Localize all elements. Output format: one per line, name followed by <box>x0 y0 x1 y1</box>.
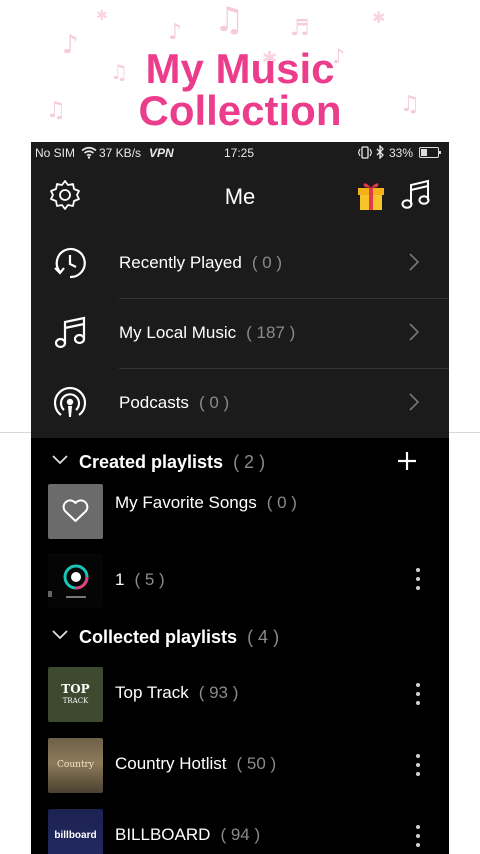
section-count: ( 4 ) <box>247 627 280 647</box>
promo-title-line1: My Music <box>145 45 335 92</box>
vpn-label: VPN <box>149 146 174 160</box>
vibrate-icon <box>358 146 372 159</box>
cover-text: Country <box>57 760 94 770</box>
item-count: ( 187 ) <box>246 323 296 342</box>
playlist-cover: billboard <box>48 809 103 854</box>
cover-subtext: TRACK <box>62 697 89 705</box>
chevron-down-icon <box>52 455 68 465</box>
section-count: ( 2 ) <box>233 452 266 472</box>
menu-item-recently-played[interactable]: Recently Played( 0 ) <box>31 228 449 298</box>
wifi-icon <box>81 146 97 159</box>
divider <box>0 432 31 433</box>
section-title: Collected playlists( 4 ) <box>79 627 280 647</box>
promo-title-line2: Collection <box>138 87 342 134</box>
clock-history-icon <box>54 247 86 279</box>
item-count: ( 0 ) <box>251 253 283 272</box>
phone-screen: No SIM 37 KB/s VPN 17:25 33% Me Recently… <box>31 142 449 854</box>
promo-banner: ♪ ♫ ♫ ♪ ♬ ♪ ♫ ♫ ✱ ✱ ✱ My Music Collectio… <box>0 0 480 142</box>
menu-item-local-music[interactable]: My Local Music( 187 ) <box>31 298 449 368</box>
chevron-right-icon <box>409 393 419 411</box>
playlist-label: Country Hotlist( 50 ) <box>115 754 277 773</box>
chevron-right-icon <box>409 253 419 271</box>
playlist-item-1[interactable]: 1( 5 ) <box>31 540 449 610</box>
menu-item-podcasts[interactable]: Podcasts( 0 ) <box>31 368 449 438</box>
music-note-icon[interactable] <box>399 178 433 212</box>
battery-icon <box>419 147 441 158</box>
heart-icon <box>62 499 89 522</box>
cover-text: TOP <box>61 682 90 696</box>
album-art <box>48 553 103 608</box>
playlist-count: ( 93 ) <box>198 683 239 702</box>
more-options-icon[interactable] <box>415 683 421 709</box>
playlist-item-favorite-songs[interactable]: My Favorite Songs( 0 ) <box>31 471 449 541</box>
menu-item-label: My Local Music( 187 ) <box>119 323 296 342</box>
playlist-label: 1( 5 ) <box>115 570 165 589</box>
playlist-item-top-track[interactable]: TOP TRACK Top Track( 93 ) <box>31 654 449 724</box>
playlist-count: ( 5 ) <box>134 570 165 589</box>
more-options-icon[interactable] <box>415 754 421 780</box>
section-title: Created playlists( 2 ) <box>79 452 266 472</box>
bluetooth-icon <box>376 145 384 159</box>
playlist-item-billboard[interactable]: billboard BILLBOARD( 94 ) <box>31 796 449 854</box>
divider <box>449 432 480 433</box>
more-options-icon[interactable] <box>415 568 421 594</box>
playlist-cover: Country <box>48 738 103 793</box>
playlist-count: ( 0 ) <box>266 493 297 512</box>
playlist-item-country-hotlist[interactable]: Country Country Hotlist( 50 ) <box>31 725 449 795</box>
menu-item-label: Podcasts( 0 ) <box>119 393 230 412</box>
gift-icon[interactable] <box>356 179 386 211</box>
library-menu: Recently Played( 0 ) My Local Music( 187… <box>31 228 449 438</box>
chevron-down-icon <box>52 630 68 640</box>
chevron-right-icon <box>409 323 419 341</box>
playlist-label: BILLBOARD( 94 ) <box>115 825 261 844</box>
network-speed: 37 KB/s <box>99 146 142 160</box>
add-playlist-icon[interactable] <box>397 451 417 471</box>
app-bar: Me <box>31 164 449 228</box>
playlist-label: My Favorite Songs( 0 ) <box>115 493 297 512</box>
collected-playlists-header[interactable]: Collected playlists( 4 ) <box>31 615 449 659</box>
carrier-label: No SIM <box>35 146 76 160</box>
status-bar: No SIM 37 KB/s VPN 17:25 33% <box>31 142 449 164</box>
album-art-graphic <box>48 564 89 598</box>
playlist-cover <box>48 484 103 539</box>
page-title: Me <box>224 184 256 209</box>
podcast-icon <box>53 386 87 417</box>
more-options-icon[interactable] <box>415 825 421 851</box>
cover-text: billboard <box>54 830 97 841</box>
item-count: ( 0 ) <box>198 393 230 412</box>
playlist-count: ( 50 ) <box>236 754 277 773</box>
playlist-count: ( 94 ) <box>220 825 261 844</box>
clock: 17:25 <box>224 146 255 160</box>
battery-percent: 33% <box>389 146 414 160</box>
music-note-icon <box>54 316 86 349</box>
playlist-label: Top Track( 93 ) <box>115 683 239 702</box>
playlist-cover: TOP TRACK <box>48 667 103 722</box>
menu-item-label: Recently Played( 0 ) <box>119 253 283 272</box>
